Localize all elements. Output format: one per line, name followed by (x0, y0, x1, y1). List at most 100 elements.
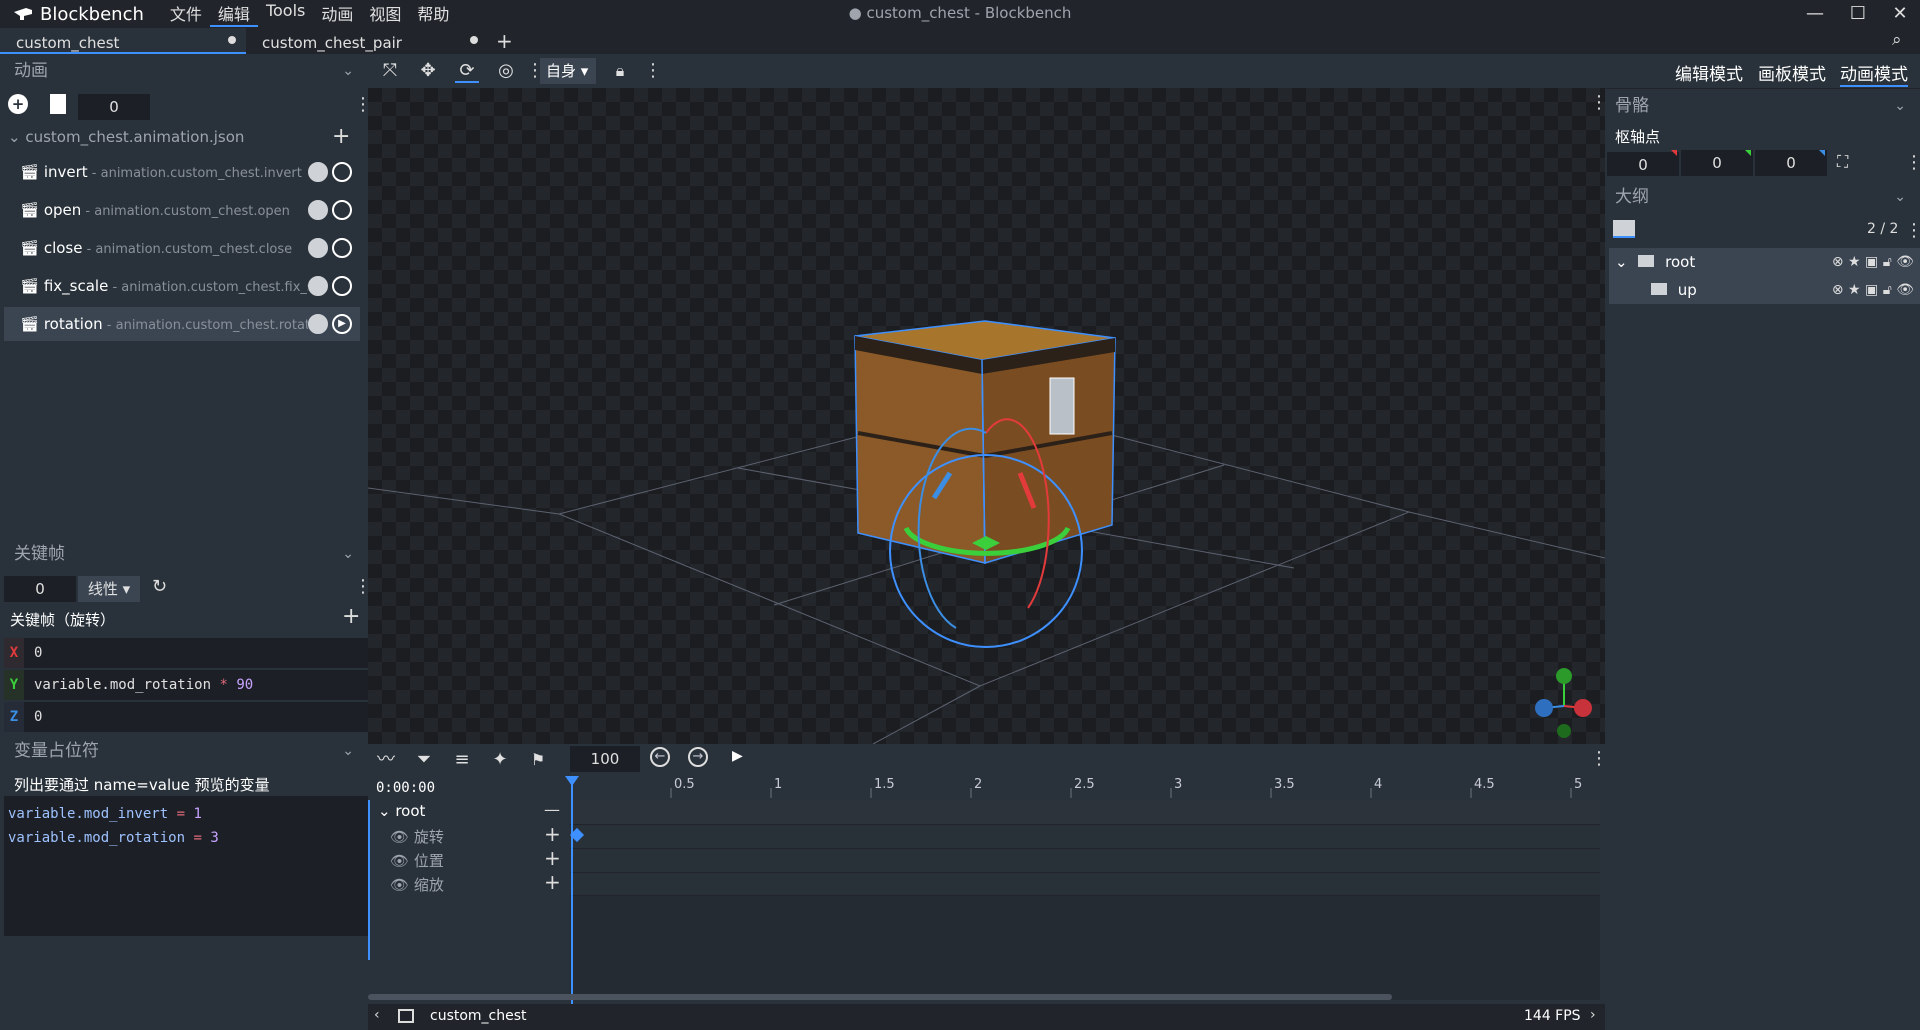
interpolation-select[interactable]: 线性 ▾ (78, 576, 140, 602)
new-tab-plus-icon[interactable]: + (496, 29, 513, 53)
playhead-handle-icon[interactable] (565, 776, 579, 786)
bone-panel-header[interactable]: 骨骼 ⌄ (1605, 88, 1920, 122)
add-keyframe-rotation-icon[interactable]: + (544, 822, 561, 846)
mode-paint-button[interactable]: 画板模式 (1758, 60, 1826, 85)
reset-icon[interactable]: ↻ (152, 576, 167, 597)
export-check-icon[interactable] (308, 162, 328, 182)
playhead[interactable] (571, 780, 573, 1004)
3d-viewport[interactable]: ⋮ (368, 88, 1605, 744)
next-keyframe-icon[interactable]: → (688, 747, 708, 767)
transform-space-select[interactable]: 自身 ▾ (540, 58, 596, 84)
animation-item-rotation[interactable]: 🎬︎ rotation - animation.custom_chest.rot… (4, 307, 360, 341)
play-toggle-icon[interactable] (332, 162, 352, 182)
menu-edit[interactable]: 编辑 (209, 1, 258, 27)
add-animation-icon[interactable]: + (8, 94, 28, 114)
keyframe-track-area[interactable] (569, 800, 1600, 1000)
keyframe-panel-header[interactable]: 关键帧 ⌄ (0, 537, 368, 571)
y-value[interactable]: variable.mod_rotation * 90 (34, 670, 253, 700)
animation-item-open[interactable]: 🎬︎ open - animation.custom_chest.open (4, 193, 360, 227)
sidebar-toggle-right-icon[interactable]: › (1590, 1007, 1596, 1023)
add-keyframe-scale-icon[interactable]: + (544, 870, 561, 894)
placeholders-editor[interactable]: variable.mod_invert = 1 variable.mod_rot… (4, 796, 368, 936)
play-toggle-icon[interactable] (332, 200, 352, 220)
maximize-button[interactable]: ☐ (1843, 2, 1873, 26)
tab-custom-chest[interactable]: custom_chest (0, 28, 246, 54)
add-keyframe-position-icon[interactable]: + (544, 846, 561, 870)
animations-panel-header[interactable]: 动画 ⌄ (0, 54, 368, 88)
time-ruler[interactable]: 0.5 1 1.5 2 2.5 3 3.5 4 4.5 5 (571, 776, 1605, 798)
graph-editor-icon[interactable]: 〰 (374, 748, 398, 772)
outliner-panel-header[interactable]: 大纲 ⌄ (1605, 180, 1920, 214)
group-toggles[interactable]: ⊗ ★ ▣ 🔓︎ 👁︎ (1832, 248, 1914, 276)
playback-speed-input[interactable]: 100 (570, 746, 640, 772)
menu-tools[interactable]: Tools (258, 1, 313, 27)
mode-animate-button[interactable]: 动画模式 (1840, 60, 1908, 87)
sidebar-toggle-left-icon[interactable]: ‹ (374, 1007, 380, 1023)
play-toggle-icon[interactable] (332, 276, 352, 296)
move-tool-icon[interactable]: ✥ (416, 59, 440, 83)
more-vertical-icon[interactable]: ⋮ (644, 60, 662, 81)
x-value[interactable]: 0 (34, 638, 42, 668)
more-vertical-icon[interactable]: ⋮ (1590, 92, 1605, 113)
import-file-icon[interactable] (50, 94, 66, 114)
play-toggle-icon[interactable] (332, 238, 352, 258)
export-check-icon[interactable] (308, 314, 328, 334)
minimize-button[interactable]: — (1800, 2, 1830, 26)
group-toggles[interactable]: ⊗ ★ ▣ 🔓︎ 👁︎ (1832, 276, 1914, 304)
magic-wand-icon[interactable]: ✦ (488, 748, 512, 772)
menu-animation[interactable]: 动画 (313, 1, 361, 27)
chevron-down-icon[interactable]: ⌄ (342, 537, 354, 571)
filter-icon[interactable]: ⏷ (412, 748, 436, 772)
play-icon[interactable]: ▶ (732, 748, 743, 764)
z-value[interactable]: 0 (34, 702, 42, 732)
chevron-down-icon[interactable]: ⌄ (342, 734, 354, 768)
keyframe-z-row[interactable]: Z 0 (4, 702, 368, 732)
animation-time-input[interactable]: 0 (78, 94, 150, 120)
animation-item-fix-scale[interactable]: 🎬︎ fix_scale - animation.custom_chest.fi… (4, 269, 360, 303)
pivot-z-input[interactable]: 0 (1755, 150, 1827, 176)
placeholders-panel-header[interactable]: 变量占位符 ⌄ (0, 734, 368, 768)
more-vertical-icon[interactable]: ⋮ (1905, 220, 1920, 241)
export-check-icon[interactable] (308, 200, 328, 220)
menu-file[interactable]: 文件 (162, 1, 210, 27)
lock-icon[interactable]: 🔒︎ (608, 59, 632, 83)
close-window-button[interactable]: ✕ (1885, 2, 1915, 26)
timeline-horizontal-scrollbar[interactable] (368, 994, 1392, 1000)
more-vertical-icon[interactable]: ⋮ (1590, 748, 1608, 769)
collapse-minus-icon[interactable]: — (544, 800, 560, 819)
channel-scale[interactable]: 👁︎ 缩放 (390, 874, 444, 895)
mode-edit-button[interactable]: 编辑模式 (1675, 60, 1743, 85)
flag-icon[interactable]: ⚑ (526, 748, 550, 772)
tab-custom-chest-pair[interactable]: custom_chest_pair (246, 28, 488, 54)
search-icon[interactable]: ⌕ (1892, 30, 1902, 50)
chevron-down-icon[interactable]: ⌄ (1894, 89, 1906, 123)
keyframe-time-input[interactable]: 0 (4, 576, 76, 602)
export-check-icon[interactable] (308, 238, 328, 258)
playing-icon[interactable]: ▶ (332, 314, 352, 334)
outliner-item-up[interactable]: up ⊗ ★ ▣ 🔓︎ 👁︎ (1609, 276, 1920, 304)
add-animation-plus-icon[interactable]: + (332, 124, 350, 149)
outliner-item-root[interactable]: ⌄ root ⊗ ★ ▣ 🔓︎ 👁︎ (1609, 248, 1920, 276)
menu-help[interactable]: 帮助 (409, 1, 457, 27)
menu-view[interactable]: 视图 (361, 1, 409, 27)
rotate-tool-icon[interactable]: ⟳ (455, 59, 479, 83)
animation-item-invert[interactable]: 🎬︎ invert - animation.custom_chest.inver… (4, 155, 360, 189)
animation-item-close[interactable]: 🎬︎ close - animation.custom_chest.close (4, 231, 360, 265)
pivot-tool-icon[interactable]: ◎ (494, 59, 518, 83)
keyframe-y-row[interactable]: Y variable.mod_rotation * 90 (4, 670, 368, 700)
more-vertical-icon[interactable]: ⋮ (1905, 152, 1920, 173)
chevron-down-icon[interactable]: ⌄ (342, 54, 354, 88)
pivot-y-input[interactable]: 0 (1681, 150, 1753, 176)
channel-rotation[interactable]: 👁︎ 旋转 (390, 826, 444, 847)
focus-target-icon[interactable]: ⛶ (1837, 152, 1848, 172)
timeline-group-root[interactable]: ⌄ root (378, 802, 425, 820)
chevron-down-icon[interactable]: ⌄ (1894, 180, 1906, 214)
export-check-icon[interactable] (308, 276, 328, 296)
channels-icon[interactable]: ≡ (450, 748, 474, 772)
outliner-toggle-icon[interactable] (1613, 220, 1635, 238)
add-data-point-icon[interactable]: + (342, 604, 360, 629)
animation-file-row[interactable]: ⌄ custom_chest.animation.json (8, 128, 244, 146)
pivot-x-input[interactable]: 0 (1607, 150, 1679, 176)
channel-position[interactable]: 👁︎ 位置 (390, 850, 444, 871)
move-pivot-icon[interactable]: ⤧ (378, 59, 402, 83)
